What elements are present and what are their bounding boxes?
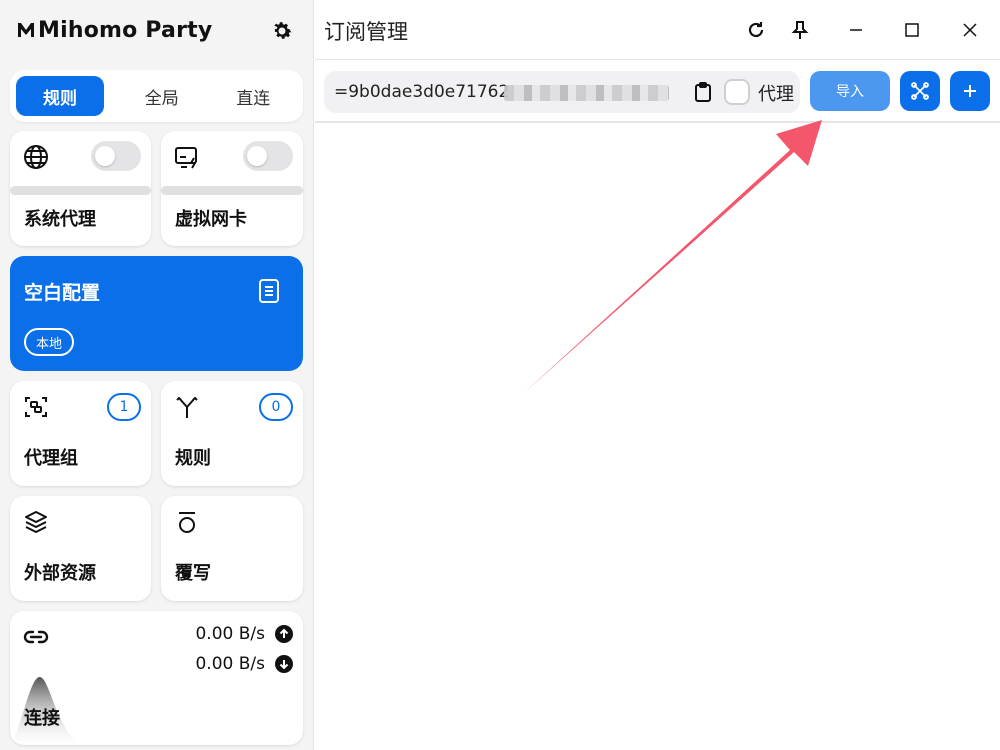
main-panel: 订阅管理 代理 导入: [315, 0, 1000, 750]
download-speed: 0.00 B/s: [195, 654, 293, 674]
override-label: 覆写: [175, 563, 211, 584]
proxy-groups-label: 代理组: [24, 448, 78, 469]
profile-title: 空白配置: [24, 282, 101, 304]
shuffle-icon: [911, 82, 929, 100]
title-bar: 订阅管理: [315, 0, 1000, 60]
tun-toggle[interactable]: [243, 141, 293, 171]
link-icon: [22, 623, 50, 651]
clipboard-icon[interactable]: [692, 81, 714, 103]
maximize-button[interactable]: [898, 16, 926, 44]
overwrite-icon: [173, 508, 201, 536]
resources-label: 外部资源: [24, 563, 96, 584]
tun-label: 虚拟网卡: [175, 209, 247, 230]
tun-card[interactable]: 虚拟网卡: [161, 131, 303, 246]
logo-icon: [18, 23, 34, 37]
document-icon: [259, 279, 279, 303]
refresh-button[interactable]: [742, 16, 770, 44]
resources-card[interactable]: 外部资源: [10, 496, 151, 601]
maximize-icon: [905, 23, 919, 37]
deduplicate-button[interactable]: [900, 71, 940, 111]
system-proxy-toggle[interactable]: [91, 141, 141, 171]
system-proxy-label: 系统代理: [24, 209, 96, 230]
refresh-icon: [748, 22, 764, 38]
connections-card[interactable]: 0.00 B/s 0.00 B/s 连接: [10, 611, 303, 745]
settings-button[interactable]: [268, 17, 296, 45]
proxy-groups-count: 1: [107, 393, 141, 421]
brand-name: Mihomo Party: [38, 17, 213, 43]
arrow-up-icon: [275, 625, 293, 643]
url-field-wrapper: 代理: [324, 71, 800, 113]
brand: Mihomo Party: [16, 14, 212, 46]
mode-tab-rule[interactable]: 规则: [16, 76, 104, 116]
system-proxy-card[interactable]: 系统代理: [10, 131, 151, 246]
pin-icon: [791, 21, 809, 39]
proxy-groups-card[interactable]: 1 代理组: [10, 381, 151, 486]
use-proxy-checkbox[interactable]: [724, 79, 750, 105]
subscription-toolbar: 代理 导入: [315, 61, 1000, 123]
plus-icon: [964, 85, 976, 97]
minimize-button[interactable]: [842, 16, 870, 44]
gear-icon: [274, 22, 292, 39]
mode-selector: 规则 全局 直连: [10, 70, 303, 122]
connections-label: 连接: [24, 708, 60, 729]
rules-label: 规则: [175, 448, 211, 469]
download-speed-value: 0.00 B/s: [195, 654, 265, 674]
system-proxy-bar: [10, 186, 151, 195]
add-profile-button[interactable]: [950, 71, 990, 111]
redacted-url-region: [504, 85, 669, 101]
profile-badge: 本地: [24, 328, 75, 356]
mode-tab-direct[interactable]: 直连: [208, 76, 300, 116]
pin-button[interactable]: [786, 16, 814, 44]
scan-icon: [22, 393, 50, 421]
page-title: 订阅管理: [324, 20, 408, 44]
close-icon: [963, 23, 977, 37]
import-button[interactable]: 导入: [810, 71, 890, 111]
override-card[interactable]: 覆写: [161, 496, 303, 601]
network-card-icon: [173, 143, 201, 171]
upload-speed-value: 0.00 B/s: [195, 624, 265, 644]
upload-speed: 0.00 B/s: [195, 624, 293, 644]
rules-count: 0: [259, 393, 293, 421]
sidebar: Mihomo Party 规则 全局 直连 系统代理 虚拟网卡 空白配置 本地 …: [0, 0, 314, 750]
layers-icon: [22, 508, 50, 536]
minimize-icon: [850, 29, 862, 31]
globe-icon: [22, 143, 50, 171]
fork-icon: [173, 393, 201, 421]
mode-tab-global[interactable]: 全局: [116, 76, 208, 116]
rules-card[interactable]: 0 规则: [161, 381, 303, 486]
use-proxy-label: 代理: [758, 84, 794, 105]
tun-bar: [161, 186, 303, 195]
close-button[interactable]: [956, 16, 984, 44]
profile-card[interactable]: 空白配置 本地: [10, 256, 303, 371]
arrow-down-icon: [275, 655, 293, 673]
